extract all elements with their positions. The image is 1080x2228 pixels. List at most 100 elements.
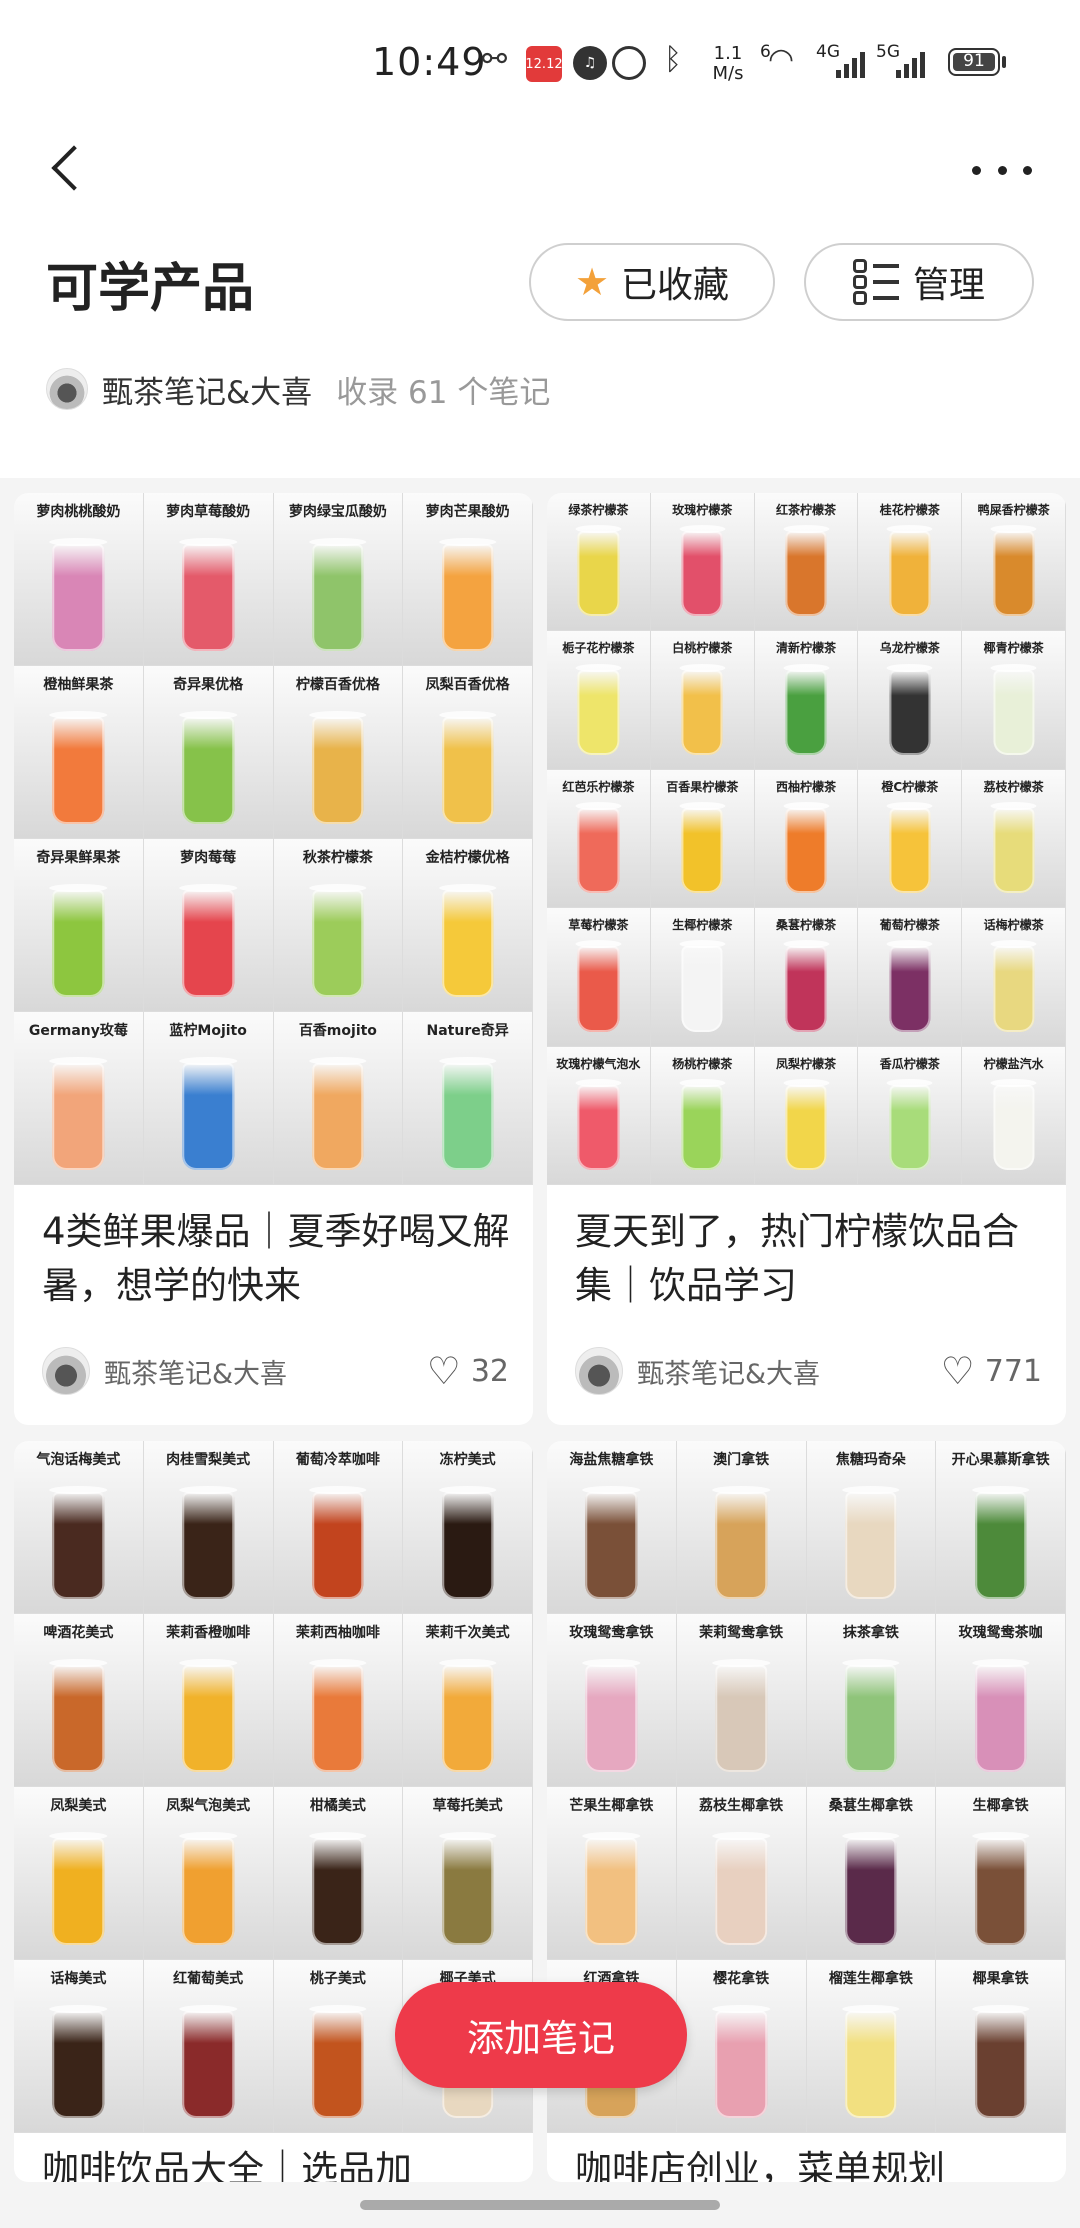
collected-button[interactable]: ★ 已收藏 — [529, 243, 775, 321]
avatar — [575, 1347, 623, 1395]
drink-thumbnail: 樱花拿铁 — [676, 1960, 807, 2133]
drink-cup — [575, 525, 622, 617]
more-options-button[interactable] — [972, 150, 1032, 190]
drink-cup — [179, 1832, 237, 1945]
drink-label: 桃子美式 — [309, 1971, 366, 1987]
drink-thumbnail: 榴莲生椰拿铁 — [806, 1960, 937, 2133]
battery-nub — [1002, 56, 1006, 68]
drink-cup — [679, 802, 726, 894]
drink-label: 柑橘美式 — [309, 1798, 366, 1814]
drink-label: 萝肉桃桃酸奶 — [36, 504, 121, 520]
drink-label: 玫瑰鸳鸯茶咖 — [958, 1625, 1043, 1641]
drink-thumbnail: 柠檬盐汽水 — [962, 1046, 1066, 1185]
drink-label: 柠檬百香优格 — [295, 677, 380, 693]
drink-thumbnail: 冻柠美式 — [403, 1441, 533, 1614]
avatar — [46, 368, 88, 410]
drink-label: 荔枝柠檬茶 — [983, 779, 1044, 794]
heart-icon[interactable]: ♡ — [941, 1352, 975, 1390]
manage-list-icon — [852, 259, 901, 305]
drink-cup — [712, 1486, 770, 1599]
drink-label: 气泡话梅美式 — [36, 1452, 121, 1468]
link-icon: ⚯ — [482, 42, 508, 77]
note-card[interactable]: 绿茶柠檬茶 玫瑰柠檬茶 红茶柠檬茶 桂花柠檬茶 鸭屎香柠檬茶 栀子花柠檬茶 白桃柠檬茶 清新柠… — [547, 493, 1066, 1425]
drink-label: 金桔柠檬优格 — [425, 850, 510, 866]
drink-thumbnail: 桑葚柠檬茶 — [754, 908, 859, 1047]
drink-thumbnail: 萝肉绿宝瓜酸奶 — [273, 493, 404, 666]
drink-label: 凤梨柠檬茶 — [775, 1056, 836, 1071]
drink-cup — [179, 711, 237, 824]
drink-thumbnail: 清新柠檬茶 — [754, 631, 859, 770]
drink-thumbnail: 凤梨美式 — [14, 1787, 144, 1960]
drink-cup — [49, 2005, 107, 2118]
drink-thumbnail: 玫瑰柠檬茶 — [650, 493, 755, 632]
drink-thumbnail: 葡萄冷萃咖啡 — [273, 1441, 404, 1614]
drink-label: 清新柠檬茶 — [775, 641, 836, 656]
drink-cup — [712, 1659, 770, 1772]
drink-cup — [49, 1832, 107, 1945]
drink-thumbnail: 奇异果鲜果茶 — [14, 839, 144, 1012]
back-button[interactable] — [40, 140, 90, 200]
manage-button[interactable]: 管理 — [804, 243, 1034, 321]
drink-cup — [438, 1832, 496, 1945]
drink-label: 桂花柠檬茶 — [879, 503, 940, 517]
drink-label: 肉桂雪梨美式 — [166, 1452, 251, 1468]
drink-label: 茉莉西柚咖啡 — [295, 1625, 380, 1641]
drink-thumbnail: 荔枝柠檬茶 — [962, 769, 1066, 909]
drink-cup — [842, 2005, 900, 2118]
drink-label: 萝肉芒果酸奶 — [425, 504, 510, 520]
drink-label: 凤梨美式 — [50, 1798, 107, 1814]
drink-cup — [179, 884, 237, 997]
drink-thumbnail: 柠檬百香优格 — [273, 666, 404, 839]
note-card-author: 甄茶笔记&大喜 — [637, 1358, 821, 1390]
drink-cup — [438, 711, 496, 824]
status-bar: 10:49 ⚯ 12.12 ♫ ᛒ 1.1 M/s 6 ◠ 4G 5G 91 — [0, 28, 1080, 100]
heart-icon[interactable]: ♡ — [427, 1352, 461, 1390]
add-note-button[interactable]: 添加笔记 — [395, 1982, 687, 2088]
drink-thumbnail: 秋茶柠檬茶 — [273, 839, 404, 1012]
net-speed: 1.1 M/s — [712, 43, 744, 84]
drink-cup — [582, 1486, 640, 1599]
drink-thumbnail: 杨桃柠檬茶 — [650, 1046, 755, 1185]
drink-label: 奇异果优格 — [173, 677, 244, 693]
drink-label: 茉莉香橙咖啡 — [166, 1625, 251, 1641]
drink-thumbnail: 葡萄柠檬茶 — [858, 908, 963, 1047]
drink-thumbnail: 橙C柠檬茶 — [858, 769, 963, 909]
drink-thumbnail: 栀子花柠檬茶 — [547, 631, 651, 770]
drink-cup — [886, 1078, 933, 1170]
note-card[interactable]: 萝肉桃桃酸奶 萝肉草莓酸奶 萝肉绿宝瓜酸奶 萝肉芒果酸奶 橙柚鲜果茶 奇异果优格 柠檬百香优… — [14, 493, 533, 1425]
home-indicator[interactable] — [360, 2200, 720, 2210]
manage-label: 管理 — [912, 265, 985, 306]
drink-thumbnail: 百香果柠檬茶 — [650, 769, 755, 909]
drink-label: 百香果柠檬茶 — [666, 779, 739, 794]
drink-label: 柠檬盐汽水 — [983, 1056, 1044, 1071]
drink-cup — [179, 1486, 237, 1599]
drink-cup — [990, 525, 1037, 617]
drink-thumbnail: 萝肉莓莓 — [143, 839, 274, 1012]
drink-cup — [842, 1486, 900, 1599]
drink-cup — [782, 802, 830, 894]
drink-thumbnail: 奇异果优格 — [143, 666, 274, 839]
drink-cup — [679, 940, 726, 1032]
drink-thumbnail: 抹茶拿铁 — [806, 1614, 937, 1787]
collection-author[interactable]: 甄茶笔记&大喜 收录 61 个笔记 — [46, 364, 550, 414]
drink-label: 椰青柠檬茶 — [983, 641, 1044, 656]
drink-thumbnail: 红芭乐柠檬茶 — [547, 769, 651, 909]
drink-label: 玫瑰柠檬气泡水 — [556, 1056, 641, 1071]
drink-cup — [575, 1078, 622, 1170]
drink-label: 栀子花柠檬茶 — [562, 641, 635, 656]
signal2-icon — [896, 48, 925, 78]
drink-label: 草莓托美式 — [432, 1798, 503, 1814]
drink-thumbnail: 桂花柠檬茶 — [858, 493, 963, 632]
drink-label: 杨桃柠檬茶 — [672, 1056, 733, 1071]
drink-cup — [179, 2005, 237, 2118]
drink-cup — [886, 663, 933, 755]
drink-thumbnail: 芒果生椰拿铁 — [547, 1787, 677, 1960]
drink-label: 蓝柠Mojito — [169, 1023, 247, 1039]
drink-label: 桑葚柠檬茶 — [775, 918, 836, 933]
drink-thumbnail: 茉莉鸳鸯拿铁 — [676, 1614, 807, 1787]
drink-cup — [842, 1832, 900, 1945]
drink-thumbnail: 桃子美式 — [273, 1960, 404, 2133]
drink-label: 澳门拿铁 — [713, 1452, 770, 1468]
drink-cup — [309, 711, 367, 824]
drink-label: 萝肉莓莓 — [180, 850, 237, 866]
